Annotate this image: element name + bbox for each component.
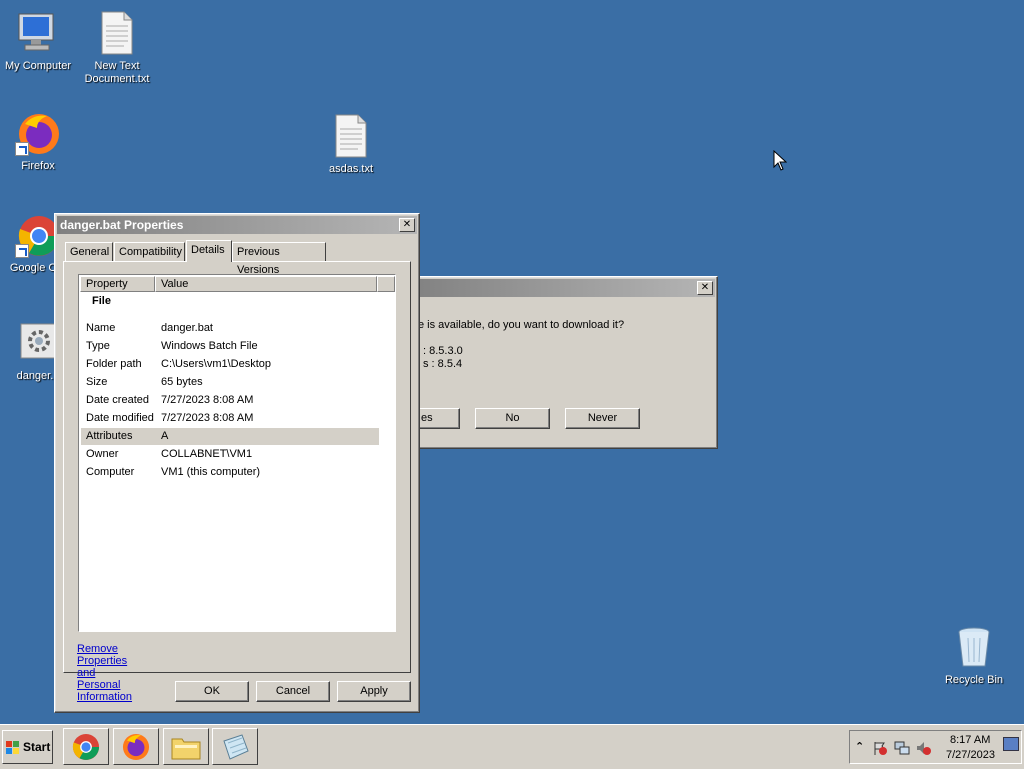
chrome-icon (72, 733, 100, 761)
property-value: A (161, 430, 169, 442)
tab-details[interactable]: Details (186, 240, 232, 262)
property-name: Date modified (86, 412, 154, 424)
property-value: COLLABNET\VM1 (161, 448, 253, 460)
table-row[interactable]: Owner COLLABNET\VM1 (81, 446, 379, 463)
property-value: VM1 (this computer) (161, 466, 261, 478)
property-name: Date created (86, 394, 149, 406)
notepad-icon (223, 734, 249, 760)
desktop-icon-firefox[interactable]: Firefox (0, 110, 78, 173)
shortcut-arrow-icon (15, 142, 29, 156)
update-new-version: s : 8.5.4 (423, 358, 463, 370)
update-no-button[interactable]: No (475, 408, 550, 429)
tab-compatibility[interactable]: Compatibility (114, 242, 185, 261)
desktop-icon-recycle-bin[interactable]: Recycle Bin (934, 624, 1014, 687)
desktop-icon-label: New Text Document.txt (84, 60, 150, 85)
taskbar-notepad-button[interactable] (212, 728, 258, 765)
computer-icon (15, 10, 61, 56)
property-name: Type (86, 340, 110, 352)
folder-icon (171, 738, 201, 760)
desktop-icon-new-text-document[interactable]: New Text Document.txt (77, 10, 157, 86)
action-center-flag-icon[interactable] (872, 740, 888, 756)
table-row[interactable]: Date modified 7/27/2023 8:08 AM (81, 410, 379, 427)
shortcut-arrow-icon (15, 244, 29, 258)
update-current-version: : 8.5.3.0 (423, 345, 463, 357)
volume-muted-icon[interactable] (916, 740, 932, 756)
properties-dialog-titlebar[interactable]: danger.bat Properties ✕ (57, 216, 417, 234)
start-button[interactable]: Start (2, 730, 53, 764)
property-name: Folder path (86, 358, 142, 370)
mouse-cursor-icon (773, 150, 787, 171)
property-name: Attributes (86, 430, 133, 442)
firefox-icon (122, 733, 150, 761)
table-row[interactable]: Folder path C:\Users\vm1\Desktop (81, 356, 379, 373)
group-header-file: File (92, 295, 111, 307)
table-row[interactable]: Size 65 bytes (81, 374, 379, 391)
start-label: Start (23, 740, 51, 754)
desktop-icon-my-computer[interactable]: My Computer (0, 10, 78, 73)
update-dialog-titlebar[interactable]: ✕ (403, 279, 715, 297)
tab-previous-versions[interactable]: Previous Versions (232, 242, 326, 276)
table-row[interactable]: Name danger.bat (81, 320, 379, 337)
clock-date[interactable]: 7/27/2023 (946, 749, 995, 761)
clock-time[interactable]: 8:17 AM (950, 734, 990, 746)
property-name: Name (86, 322, 116, 334)
property-name: Computer (86, 466, 135, 478)
text-file-icon (328, 113, 374, 159)
taskbar: Start ⌃ 8:17 AM 7/27/2023 (0, 724, 1024, 769)
properties-dialog-close-button[interactable]: ✕ (399, 218, 415, 232)
table-row[interactable]: Type Windows Batch File (81, 338, 379, 355)
property-value: 65 bytes (161, 376, 203, 388)
show-desktop-button[interactable] (1003, 737, 1019, 751)
property-name: Owner (86, 448, 119, 460)
update-dialog-close-button[interactable]: ✕ (697, 281, 713, 295)
desktop-icon-asdas-txt[interactable]: asdas.txt (311, 113, 391, 176)
property-name: Size (86, 376, 108, 388)
property-value: 7/27/2023 8:08 AM (161, 394, 254, 406)
properties-dialog-title: danger.bat Properties (60, 218, 184, 232)
property-value: C:\Users\vm1\Desktop (161, 358, 272, 370)
windows-logo-icon (6, 741, 19, 754)
desktop-icon-label: Firefox (21, 160, 55, 172)
tab-general[interactable]: General (65, 242, 113, 261)
show-hidden-icons-chevron-icon[interactable]: ⌃ (855, 740, 864, 753)
details-list[interactable]: Property Value File Name danger.bat Type W… (78, 274, 396, 632)
update-dialog: ✕ e is available, do you want to downloa… (400, 276, 718, 449)
desktop-icon-label: Recycle Bin (944, 674, 1004, 686)
table-row[interactable]: Computer VM1 (this computer) (81, 464, 379, 481)
ok-button[interactable]: OK (175, 681, 249, 702)
taskbar-firefox-button[interactable] (113, 728, 159, 765)
update-message: e is available, do you want to download … (418, 319, 625, 331)
column-header-filler (377, 276, 395, 292)
desktop-icon-label: asdas.txt (328, 163, 374, 175)
recycle-bin-icon (951, 624, 997, 670)
property-value: 7/27/2023 8:08 AM (161, 412, 254, 424)
firefox-icon (15, 110, 61, 156)
taskbar-explorer-button[interactable] (163, 728, 209, 765)
taskbar-chrome-button[interactable] (63, 728, 109, 765)
network-icon[interactable] (894, 740, 910, 756)
apply-button[interactable]: Apply (337, 681, 411, 702)
desktop-icon-label: My Computer (4, 60, 72, 72)
remove-properties-link[interactable]: Remove Properties and Personal Informati… (77, 643, 132, 703)
text-file-icon (94, 10, 140, 56)
system-tray: ⌃ 8:17 AM 7/27/2023 (849, 730, 1022, 764)
table-row[interactable]: Date created 7/27/2023 8:08 AM (81, 392, 379, 409)
column-header-value[interactable]: Value (155, 276, 377, 292)
cancel-button[interactable]: Cancel (256, 681, 330, 702)
property-value: Windows Batch File (161, 340, 258, 352)
update-never-button[interactable]: Never (565, 408, 640, 429)
property-value: danger.bat (161, 322, 213, 334)
column-header-property[interactable]: Property (80, 276, 155, 292)
table-row-selected[interactable]: Attributes A (81, 428, 379, 445)
